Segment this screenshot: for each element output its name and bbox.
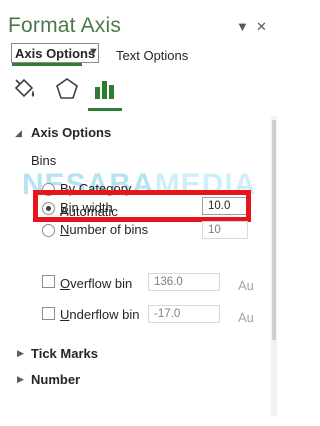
close-icon[interactable]: ✕: [256, 19, 267, 35]
overflow-bin-label[interactable]: Overflow bin: [60, 276, 132, 291]
number-of-bins-accel: N: [60, 222, 70, 237]
radio-number-of-bins[interactable]: [42, 224, 55, 237]
active-tab-underline: [12, 63, 82, 66]
overflow-bin-input[interactable]: 136.0: [148, 273, 220, 291]
highlight-box: [33, 190, 251, 222]
collapsed-triangle-icon[interactable]: ▶: [17, 374, 24, 385]
active-icon-underline: [88, 108, 122, 111]
collapsed-triangle-icon[interactable]: ▶: [17, 348, 24, 359]
bins-label: Bins: [31, 153, 57, 168]
number-of-bins-text: umber of bins: [69, 222, 149, 237]
number-section-header[interactable]: Number: [31, 372, 80, 387]
overflow-bin-checkbox[interactable]: [42, 275, 55, 288]
underflow-bin-label[interactable]: Underflow bin: [60, 307, 140, 322]
tab-axis-options[interactable]: Axis Options: [11, 43, 100, 63]
fill-line-icon[interactable]: [12, 76, 38, 102]
tick-marks-section-header[interactable]: Tick Marks: [31, 346, 98, 361]
number-of-bins-input[interactable]: 10: [202, 221, 248, 239]
axis-options-bars-icon[interactable]: [92, 76, 118, 102]
overflow-bin-text: verflow bin: [70, 276, 133, 291]
expanded-triangle-icon[interactable]: ◢: [15, 128, 22, 139]
overflow-auto-button[interactable]: Au: [238, 278, 254, 293]
pane-title: Format Axis: [8, 14, 122, 37]
pane-options-dropdown-icon[interactable]: ▼: [236, 19, 249, 34]
underflow-bin-input[interactable]: -17.0: [148, 305, 220, 323]
underflow-bin-checkbox[interactable]: [42, 307, 55, 320]
underflow-bin-text: nderflow bin: [69, 307, 140, 322]
underflow-auto-button[interactable]: Au: [238, 310, 254, 325]
number-of-bins-label[interactable]: Number of bins: [60, 222, 148, 237]
tab-text-options[interactable]: Text Options: [116, 48, 188, 63]
overflow-bin-accel: O: [60, 276, 71, 291]
underflow-bin-accel: U: [60, 307, 70, 322]
axis-options-section-header[interactable]: Axis Options: [31, 125, 111, 140]
effects-pentagon-icon[interactable]: [54, 76, 80, 102]
axis-options-caret-icon[interactable]: ▼: [88, 46, 99, 58]
scrollbar-thumb[interactable]: [272, 120, 276, 340]
